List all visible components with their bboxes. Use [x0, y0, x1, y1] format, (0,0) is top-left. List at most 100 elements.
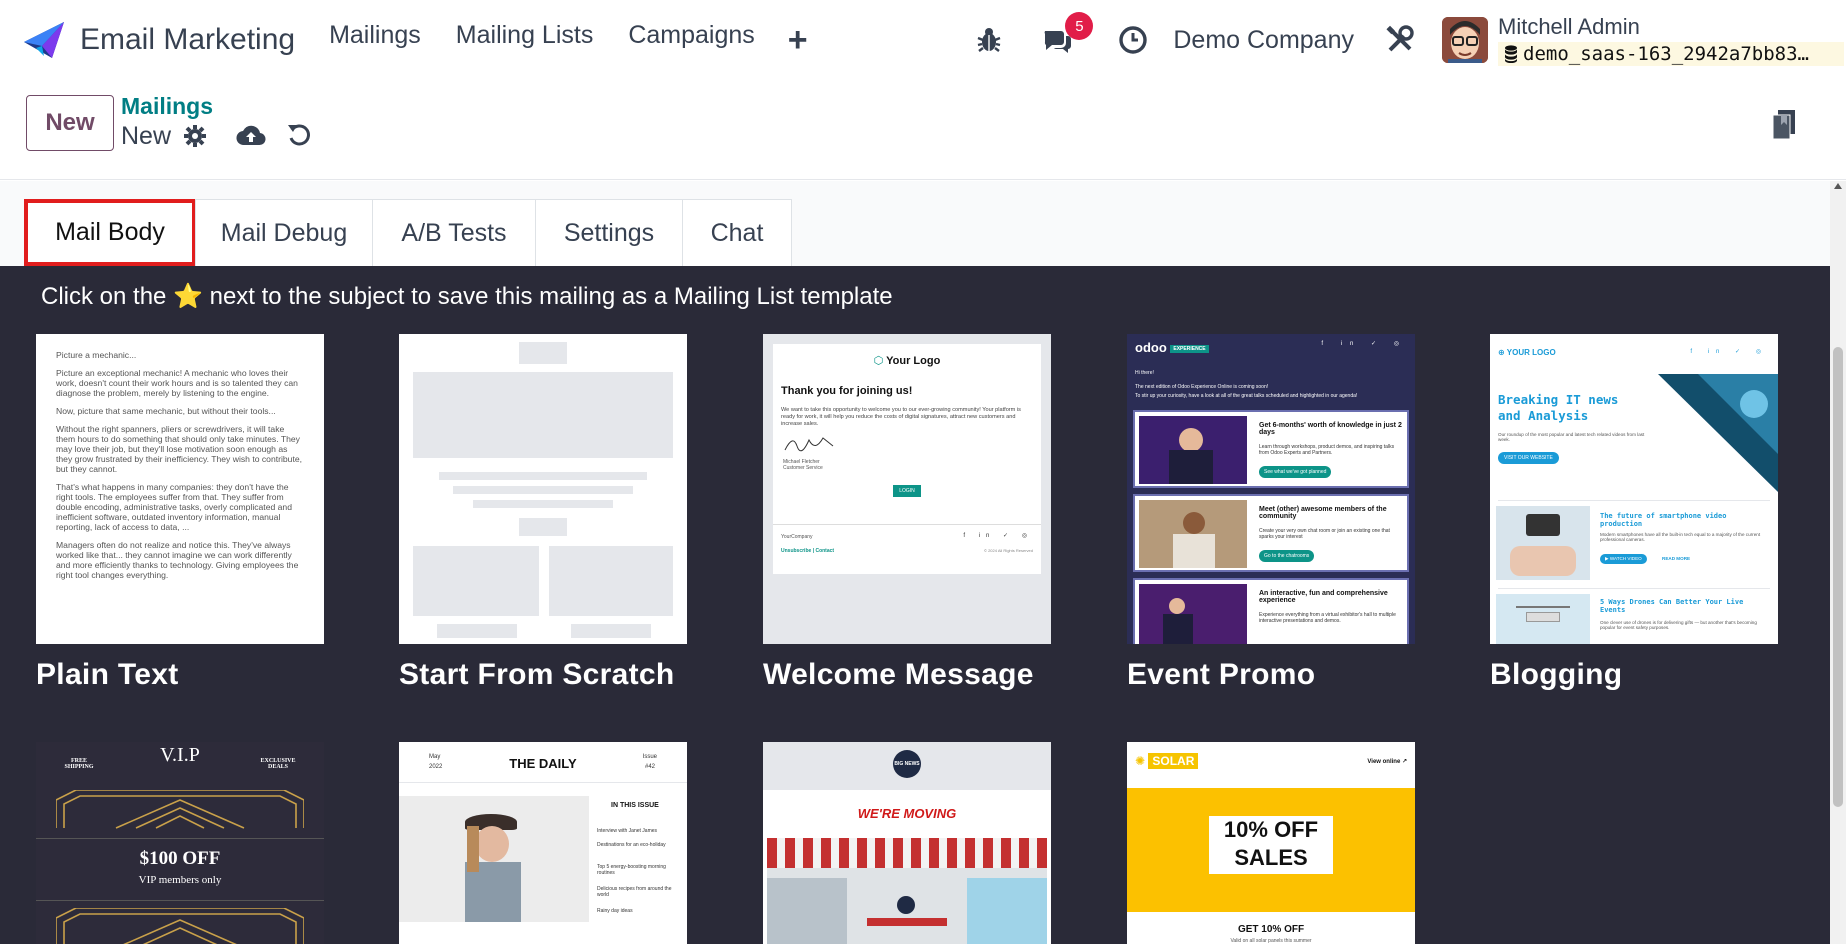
preview-item-text: Experience everything from a virtual exh… — [1259, 612, 1396, 624]
template-thumbnail: BIG NEWS WE'RE MOVING — [763, 742, 1051, 944]
preview-body: We want to take this opportunity to welc… — [781, 407, 1021, 427]
menu-mailing-lists[interactable]: Mailing Lists — [456, 21, 594, 60]
preview-logo: SOLAR — [1148, 753, 1199, 769]
preview-intro: To stir up your curiosity, have a look a… — [1135, 393, 1358, 399]
speaker-photo — [1139, 416, 1247, 484]
preview-title: Picture a mechanic... — [56, 350, 137, 360]
preview-right-label: EXCLUSIVE DEALS — [260, 758, 296, 770]
preview-watch-button: ▶ WATCH VIDEO — [1600, 554, 1647, 564]
template-plain-text[interactable]: Picture a mechanic... Picture an excepti… — [36, 334, 324, 692]
globe-logo-icon: ⊕ — [1498, 348, 1507, 357]
template-start-from-scratch[interactable]: Start From Scratch — [399, 334, 687, 692]
preview-offer-sub: VIP members only — [138, 874, 222, 886]
control-panel: New Mailings New — [0, 80, 1846, 180]
preview-issue-item: Delicious recipes from around the world — [597, 886, 672, 898]
preview-intro: Our roundup of the most popular and late… — [1498, 432, 1645, 442]
preview-headline: Breaking IT news and Analysis — [1498, 392, 1619, 423]
template-were-moving[interactable]: BIG NEWS WE'RE MOVING — [763, 742, 1051, 944]
tab-mail-debug[interactable]: Mail Debug — [195, 199, 373, 266]
preview-item-text: One clever use of drones is for deliveri… — [1600, 620, 1757, 630]
preview-bottom-sub: Valid on all solar panels this summer — [1230, 938, 1312, 944]
preview-badge-text: BIG NEWS — [894, 761, 920, 767]
template-chooser: Click on the ⭐ next to the subject to sa… — [0, 266, 1830, 944]
save-cloud-upload-icon[interactable] — [236, 123, 266, 147]
app-brand[interactable]: Email Marketing — [22, 18, 295, 62]
preview-logo: Your Logo — [886, 355, 941, 367]
template-name: Plain Text — [36, 658, 179, 691]
preview-odoo-logo: odoo — [1135, 340, 1167, 355]
tab-chat[interactable]: Chat — [682, 199, 792, 266]
template-hint: Click on the ⭐ next to the subject to sa… — [41, 283, 893, 310]
user-menu[interactable]: Mitchell Admin demo_saas-163_2942a7bb83… — [1498, 14, 1846, 66]
preview-issue: #42 — [644, 764, 655, 770]
menu-campaigns[interactable]: Campaigns — [628, 21, 754, 60]
database-icon — [1505, 45, 1517, 63]
preview-item-title: 5 Ways Drones Can Better Your Live Event… — [1600, 598, 1744, 614]
preview-item-text: Create your very own chat room or join a… — [1259, 528, 1390, 540]
preview-bottom-offer: GET 10% OFF — [1237, 924, 1305, 935]
discard-undo-icon[interactable] — [286, 122, 312, 148]
menu-mailings[interactable]: Mailings — [329, 21, 421, 60]
template-thumbnail: ⬡ Your Logo Thank you for joining us! We… — [763, 334, 1051, 644]
new-button[interactable]: New — [26, 95, 114, 151]
template-name: Welcome Message — [763, 658, 1034, 691]
template-blogging[interactable]: ⊕ YOUR LOGO f in ✓ ◎ Breaking IT news an… — [1490, 334, 1778, 692]
preview-item-title: Meet (other) awesome members of the comm… — [1259, 506, 1387, 520]
drone-photo — [1496, 594, 1590, 644]
hexagon-logo-icon: ⬡ — [873, 355, 887, 367]
signature-icon — [784, 437, 834, 452]
activity-clock-icon[interactable] — [1117, 24, 1149, 56]
art-deco-ornament — [56, 908, 304, 944]
navbar-systray: 5 Demo Company Mitchell Admin demo_saas-… — [973, 0, 1846, 80]
preview-issue-label: Issue — [642, 754, 657, 760]
preview-intro: The next edition of Odoo Experience Onli… — [1135, 384, 1269, 390]
art-deco-ornament — [56, 790, 304, 829]
page-scrollbar[interactable] — [1830, 181, 1846, 944]
scroll-up-arrow-icon[interactable] — [1834, 183, 1842, 189]
email-marketing-logo-icon — [24, 22, 64, 58]
preview-promo-line: SALES — [1234, 845, 1308, 870]
template-vip[interactable]: FREE SHIPPING V.I.P EXCLUSIVE DEALS $100… — [36, 742, 324, 944]
preview-paragraph: That's what happens in many companies: t… — [56, 482, 292, 532]
preview-visit-button: VISIT OUR WEBSITE — [1498, 452, 1559, 464]
tech-image — [1658, 374, 1778, 492]
app-name: Email Marketing — [80, 23, 296, 56]
tab-ab-tests[interactable]: A/B Tests — [372, 199, 536, 266]
tab-settings[interactable]: Settings — [535, 199, 683, 266]
preview-logo: YOUR LOGO — [1506, 348, 1556, 357]
breadcrumb-mailings[interactable]: Mailings — [121, 93, 213, 120]
discuss-chat-icon[interactable]: 5 — [1041, 12, 1094, 56]
chat-badge: 5 — [1065, 12, 1094, 40]
company-switcher[interactable]: Demo Company — [1173, 26, 1354, 55]
database-name: demo_saas-163_2942a7bb83… — [1498, 42, 1844, 66]
user-avatar[interactable] — [1442, 17, 1488, 63]
top-navbar: Email Marketing Mailings Mailing Lists C… — [0, 0, 1846, 80]
preview-issue-item: Top 5 energy-boosting morning routines — [597, 864, 666, 876]
preview-item-title: The future of smartphone video productio… — [1600, 512, 1727, 528]
preview-view-online-label: View online — [1367, 759, 1401, 765]
attendee-photo — [1139, 500, 1247, 568]
tab-mail-body[interactable]: Mail Body — [24, 199, 196, 266]
preview-login-button: LOGIN — [893, 485, 921, 497]
preview-logo-tag: EXPERIENCE — [1170, 344, 1209, 353]
preview-item-button: Go to the chatrooms — [1259, 550, 1315, 562]
template-welcome-message[interactable]: ⬡ Your Logo Thank you for joining us! We… — [763, 334, 1051, 692]
knowledge-book-icon[interactable] — [1771, 109, 1797, 141]
preview-footer-company: YourCompany — [781, 534, 813, 540]
debug-bug-icon[interactable] — [973, 24, 1005, 56]
preview-offer: $100 OFF — [139, 848, 221, 869]
notebook-tabs: Mail Body Mail Debug A/B Tests Settings … — [24, 199, 792, 266]
template-name: Start From Scratch — [399, 658, 675, 691]
preview-paragraph: Managers often do not realize and notice… — [56, 540, 299, 580]
template-event-promo[interactable]: odoo EXPERIENCE f in ✓ ◎ Hi there! The n… — [1127, 334, 1415, 692]
preview-title: WE'RE MOVING — [857, 806, 957, 821]
template-thumbnail: Picture a mechanic... Picture an excepti… — [36, 334, 324, 644]
add-menu-plus-icon[interactable]: + — [788, 21, 808, 60]
template-solar[interactable]: ✺ SOLAR View online ↗ 10% OFF SALES GET … — [1127, 742, 1415, 944]
presenter-photo — [1139, 584, 1247, 644]
preview-signer-role: Customer Service — [783, 465, 823, 471]
template-the-daily[interactable]: May 2022 THE DAILY Issue #42 IN THIS ISS… — [399, 742, 687, 944]
settings-tools-icon[interactable] — [1384, 24, 1416, 56]
gear-icon[interactable] — [183, 124, 207, 148]
scrollbar-thumb[interactable] — [1833, 347, 1843, 807]
